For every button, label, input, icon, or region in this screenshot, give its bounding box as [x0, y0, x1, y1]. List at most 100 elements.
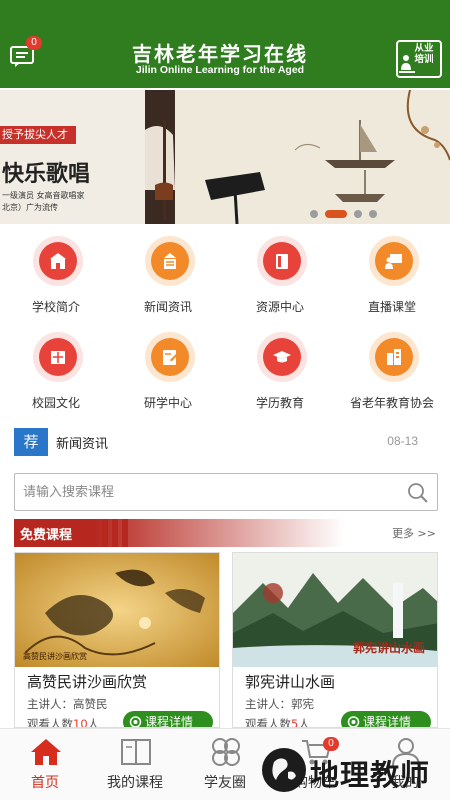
building-icon	[387, 349, 401, 365]
school-icon	[50, 253, 66, 269]
menu-label: 省老年教育协会	[349, 396, 434, 410]
banner-carousel[interactable]: 授予拔尖人才 快乐歌唱 一级演员 女高音歌唱家 北京）广为流传	[0, 90, 450, 224]
menu-item-degree-education[interactable]: 学历教育	[224, 332, 336, 422]
course-thumbnail: 高赞民讲沙画欣赏	[15, 553, 219, 667]
graduation-cap-icon	[273, 351, 291, 363]
banner-image	[145, 90, 450, 224]
banner-line-1: 一级演员 女高音歌唱家	[2, 191, 85, 200]
tab-label: 首页	[31, 775, 59, 791]
message-button[interactable]: 0	[10, 36, 42, 68]
app-title: 吉林老年学习在线	[132, 42, 308, 66]
menu-icon-bg	[33, 332, 83, 382]
news-ticker[interactable]: 荐 新闻资讯 08-13	[14, 428, 436, 456]
section-stripes	[102, 519, 132, 547]
menu-icon-inner	[151, 338, 189, 376]
banner-line-2: 北京）广为流传	[2, 203, 58, 212]
thumbnail-caption: 郭宪讲山水画	[353, 641, 426, 655]
tab-my-courses[interactable]: 我的课程	[90, 729, 180, 801]
course-views: 观看人数5人	[245, 717, 310, 728]
thumbnail-caption: 高赞民讲沙画欣赏	[23, 652, 87, 661]
course-card[interactable]: 郭宪讲山水画 郭宪讲山水画 主讲人：郭宪 观看人数5人 课程详情	[232, 552, 438, 728]
menu-icon-bg	[369, 332, 419, 382]
menu-icon-inner	[263, 242, 301, 280]
course-lecturer: 主讲人：郭宪	[245, 697, 314, 711]
free-courses-title: 免费课程	[20, 528, 73, 543]
news-date: 08-13	[387, 434, 418, 448]
free-courses-header: 免费课程 更多 >>	[14, 519, 438, 547]
carousel-dots	[310, 210, 384, 218]
section-bar	[14, 519, 438, 547]
menu-label: 学校简介	[31, 300, 80, 314]
carousel-dot-active[interactable]	[325, 210, 347, 218]
menu-item-campus-culture[interactable]: 校园文化	[0, 332, 112, 422]
eye-icon	[129, 716, 142, 727]
app-header: 0 吉林老年学习在线 Jilin Online Learning for the…	[0, 30, 450, 88]
study-icon	[163, 350, 179, 365]
app-subtitle: Jilin Online Learning for the Aged	[135, 64, 305, 76]
menu-item-education-association[interactable]: 省老年教育协会	[336, 332, 448, 422]
menu-item-school-intro[interactable]: 学校简介	[0, 236, 112, 326]
course-lecturer: 主讲人：高赞民	[27, 697, 108, 711]
tab-label: 我的课程	[107, 775, 163, 791]
menu-icon-bg	[257, 236, 307, 286]
course-views: 观看人数10人	[27, 717, 100, 728]
globe-logo-icon	[262, 748, 306, 792]
training-button[interactable]: 从业培训	[396, 40, 442, 78]
news-title: 新闻资讯	[56, 437, 109, 452]
menu-icon-bg	[369, 236, 419, 286]
menu-label: 新闻资讯	[143, 300, 192, 314]
menu-icon-bg	[145, 236, 195, 286]
menu-icon-bg	[145, 332, 195, 382]
menu-icon-inner	[151, 242, 189, 280]
circles-icon	[212, 738, 240, 766]
tab-label: 学友圈	[204, 775, 246, 791]
watermark: 地理教师	[262, 740, 448, 796]
carousel-dot[interactable]	[310, 210, 318, 218]
more-link[interactable]: 更多 >>	[392, 525, 436, 541]
course-title: 郭宪讲山水画	[245, 673, 336, 691]
course-detail-button[interactable]: 课程详情	[341, 711, 431, 727]
search-icon[interactable]	[407, 482, 429, 504]
menu-label: 资源中心	[255, 300, 304, 314]
menu-icon-bg	[257, 332, 307, 382]
menu-icon-bg	[33, 236, 83, 286]
tab-home[interactable]: 首页	[0, 729, 90, 801]
banner-text-panel: 授予拔尖人才 快乐歌唱 一级演员 女高音歌唱家 北京）广为流传	[0, 90, 145, 224]
course-thumbnail: 郭宪讲山水画	[233, 553, 437, 667]
menu-item-live-class[interactable]: 直播课堂	[336, 236, 448, 326]
watermark-text: 地理教师	[310, 758, 431, 792]
home-icon	[31, 739, 61, 765]
menu-icon-inner	[375, 242, 413, 280]
menu-icon-inner	[375, 338, 413, 376]
status-bar	[0, 0, 450, 30]
course-card[interactable]: 高赞民讲沙画欣赏 高赞民讲沙画欣赏 主讲人：高赞民 观看人数10人 课程详情	[14, 552, 220, 728]
menu-label: 学历教育	[255, 396, 304, 410]
tab-friends-circle[interactable]: 学友圈	[180, 729, 270, 801]
carousel-dot[interactable]	[354, 210, 362, 218]
banner-tag: 授予拔尖人才	[0, 126, 76, 144]
eye-icon	[347, 716, 360, 727]
course-detail-button[interactable]: 课程详情	[123, 711, 213, 727]
menu-item-news[interactable]: 新闻资讯	[112, 236, 224, 326]
live-class-icon	[385, 254, 402, 269]
course-search-input[interactable]	[23, 482, 393, 502]
book-icon	[276, 254, 288, 269]
culture-icon	[51, 351, 65, 364]
recommend-tag: 荐	[14, 428, 48, 456]
banner-headline: 快乐歌唱	[2, 161, 91, 187]
menu-icon-inner	[263, 338, 301, 376]
menu-icon-inner	[39, 338, 77, 376]
carousel-dot[interactable]	[369, 210, 377, 218]
menu-item-study-center[interactable]: 研学中心	[112, 332, 224, 422]
message-badge: 0	[26, 36, 42, 50]
menu-item-resources[interactable]: 资源中心	[224, 236, 336, 326]
open-book-icon	[121, 739, 151, 765]
course-title: 高赞民讲沙画欣赏	[27, 673, 148, 691]
menu-label: 校园文化	[31, 396, 80, 410]
menu-label: 直播课堂	[367, 300, 416, 314]
menu-label: 研学中心	[143, 396, 192, 410]
course-search-box	[14, 473, 438, 511]
training-label: 从业培训	[414, 43, 434, 65]
news-icon	[164, 253, 176, 269]
menu-icon-inner	[39, 242, 77, 280]
